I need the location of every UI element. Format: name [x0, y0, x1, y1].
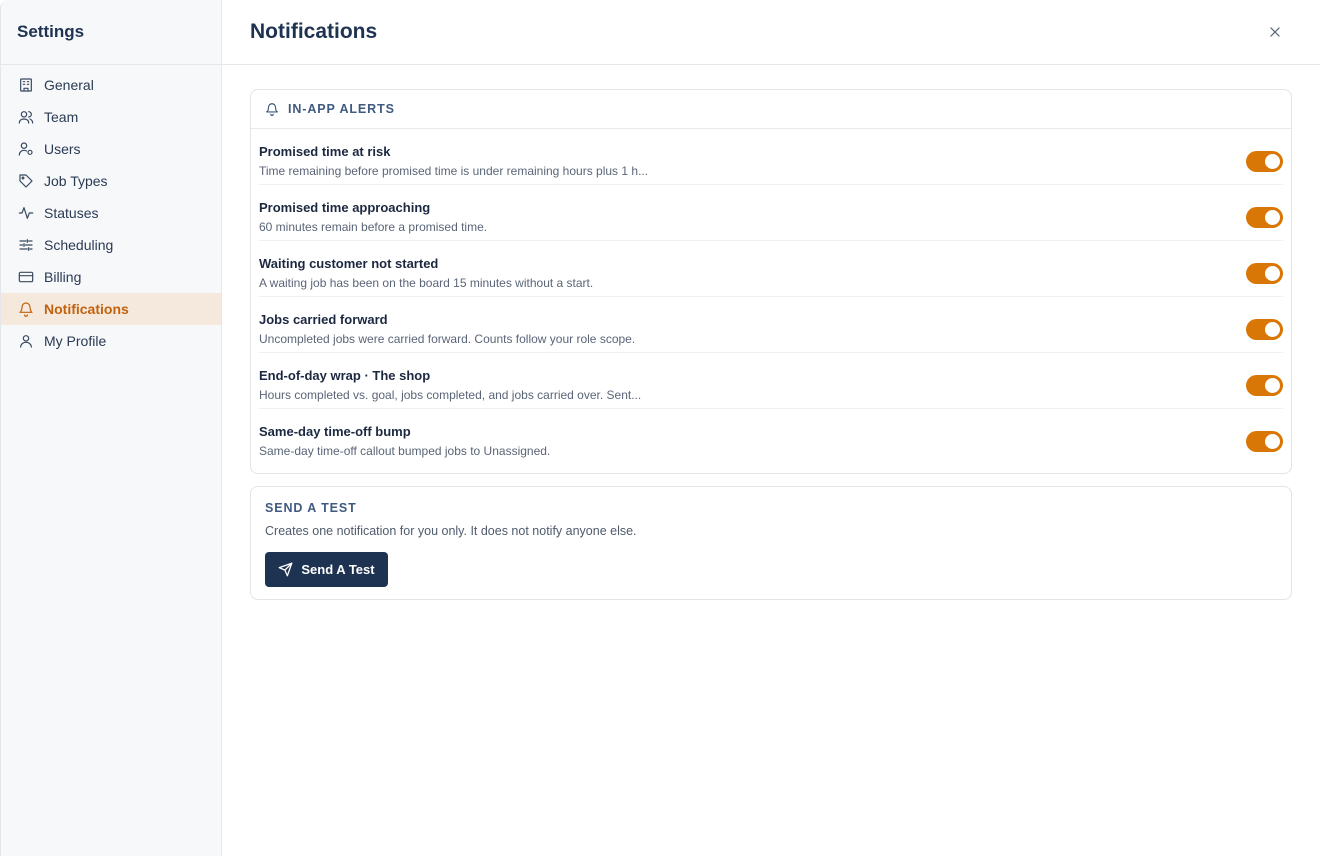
alert-toggle[interactable] [1246, 207, 1283, 228]
sidebar-item-label: Statuses [44, 205, 99, 221]
alert-title: Waiting customer not started [259, 256, 439, 271]
toggle-knob [1265, 154, 1280, 169]
alerts-section-header: IN-APP ALERTS [251, 90, 1291, 129]
sliders-icon [17, 236, 35, 254]
alert-toggle[interactable] [1246, 263, 1283, 284]
panel-header: Notifications [222, 0, 1320, 65]
activity-icon [17, 204, 35, 222]
sidebar-item-label: Team [44, 109, 79, 125]
alert-row-same-day-time-off-bump: Same-day time-off bump Same-day time-off… [259, 409, 1283, 465]
alert-row-promised-time-at-risk: Promised time at risk Time remaining bef… [259, 129, 1283, 185]
tag-icon [17, 172, 35, 190]
alert-description: Same-day time-off callout bumped jobs to… [259, 444, 551, 458]
send-test-button-label: Send A Test [301, 562, 375, 577]
sidebar-item-label: Users [44, 141, 81, 157]
toggle-knob [1265, 210, 1280, 225]
sidebar-item-job-types[interactable]: Job Types [1, 165, 221, 197]
sidebar-item-label: My Profile [44, 333, 107, 349]
page-title: Notifications [250, 20, 378, 43]
sidebar-header: Settings [1, 0, 221, 65]
alerts-section-title: IN-APP ALERTS [288, 102, 395, 116]
toggle-knob [1265, 378, 1280, 393]
close-icon [1268, 25, 1282, 39]
toggle-knob [1265, 434, 1280, 449]
alert-toggle[interactable] [1246, 319, 1283, 340]
alert-row-waiting-customer: Waiting customer not started A waiting j… [259, 241, 1283, 297]
sidebar-item-my-profile[interactable]: My Profile [1, 325, 221, 357]
in-app-alerts-card: IN-APP ALERTS Promised time at risk Time… [250, 89, 1292, 474]
settings-window: Settings General Team Users Job Types St… [0, 0, 1320, 856]
sidebar-item-label: General [44, 77, 94, 93]
user-icon [17, 332, 35, 350]
sidebar-item-statuses[interactable]: Statuses [1, 197, 221, 229]
send-icon [278, 562, 293, 577]
users-icon [17, 108, 35, 126]
alert-title: End-of-day wrap · The shop [259, 368, 431, 383]
sidebar-nav: General Team Users Job Types Statuses Sc… [1, 65, 221, 357]
toggle-knob [1265, 266, 1280, 281]
alert-toggle[interactable] [1246, 375, 1283, 396]
alert-row-promised-time-approaching: Promised time approaching 60 minutes rem… [259, 185, 1283, 241]
send-test-title: SEND A TEST [265, 501, 357, 515]
alert-title: Same-day time-off bump [259, 424, 411, 439]
alert-toggle[interactable] [1246, 431, 1283, 452]
user-settings-icon [17, 140, 35, 158]
send-test-button[interactable]: Send A Test [265, 552, 388, 587]
alert-list: Promised time at risk Time remaining bef… [251, 129, 1291, 465]
close-button[interactable] [1265, 22, 1285, 42]
send-test-description: Creates one notification for you only. I… [265, 524, 637, 538]
alert-title: Promised time at risk [259, 144, 391, 159]
alert-description: Uncompleted jobs were carried forward. C… [259, 332, 636, 346]
sidebar-item-label: Billing [44, 269, 82, 285]
toggle-knob [1265, 322, 1280, 337]
alert-description: 60 minutes remain before a promised time… [259, 220, 488, 234]
alert-description: Hours completed vs. goal, jobs completed… [259, 388, 642, 402]
alert-description: A waiting job has been on the board 15 m… [259, 276, 594, 290]
send-test-card: SEND A TEST Creates one notification for… [250, 486, 1292, 600]
building-icon [17, 76, 35, 94]
alert-title: Promised time approaching [259, 200, 431, 215]
alert-title: Jobs carried forward [259, 312, 388, 327]
settings-sidebar: Settings General Team Users Job Types St… [1, 0, 222, 856]
sidebar-item-notifications[interactable]: Notifications [1, 293, 221, 325]
credit-card-icon [17, 268, 35, 286]
alert-row-jobs-carried-forward: Jobs carried forward Uncompleted jobs we… [259, 297, 1283, 353]
sidebar-item-general[interactable]: General [1, 69, 221, 101]
sidebar-item-label: Scheduling [44, 237, 114, 253]
bell-icon [265, 102, 279, 116]
bell-icon [17, 300, 35, 318]
sidebar-title: Settings [17, 22, 85, 41]
sidebar-item-billing[interactable]: Billing [1, 261, 221, 293]
alert-description: Time remaining before promised time is u… [259, 164, 649, 178]
sidebar-item-label: Job Types [44, 173, 108, 189]
notifications-panel: Notifications IN-APP ALERTS Promised tim… [222, 0, 1320, 856]
sidebar-item-label: Notifications [44, 301, 129, 317]
alert-toggle[interactable] [1246, 151, 1283, 172]
sidebar-item-team[interactable]: Team [1, 101, 221, 133]
sidebar-item-users[interactable]: Users [1, 133, 221, 165]
alert-row-end-of-day-wrap: End-of-day wrap · The shop Hours complet… [259, 353, 1283, 409]
sidebar-item-scheduling[interactable]: Scheduling [1, 229, 221, 261]
